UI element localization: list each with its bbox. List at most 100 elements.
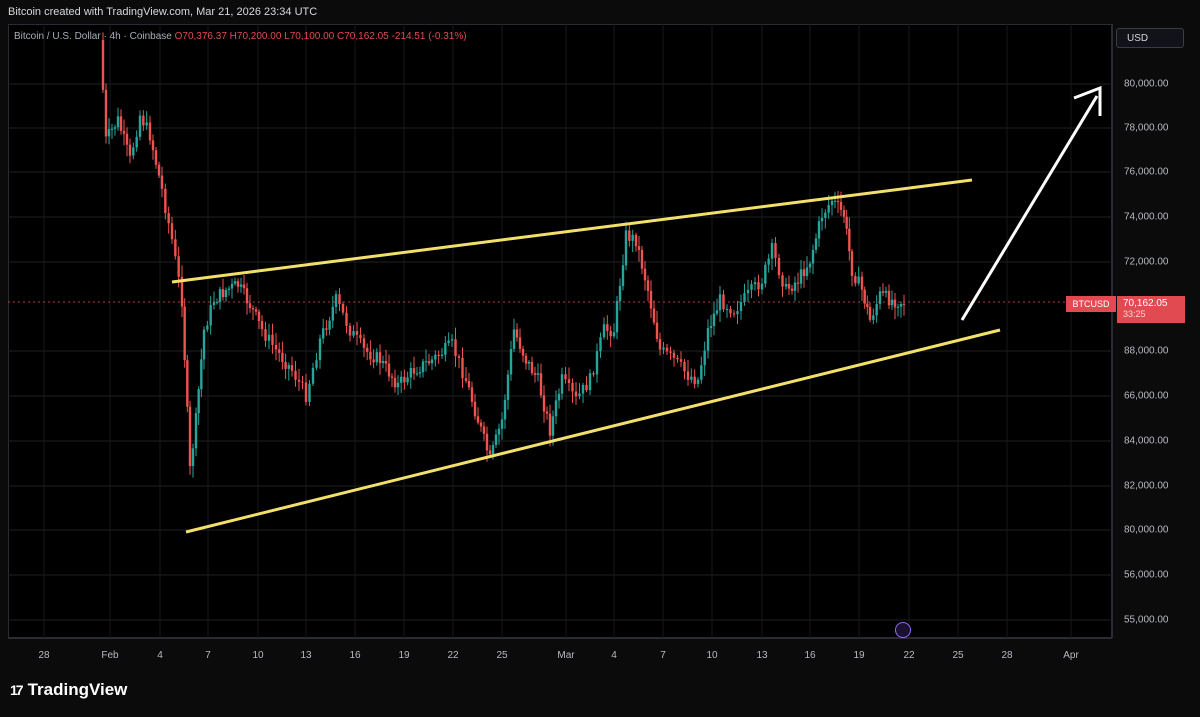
candle-up [857, 266, 860, 286]
candle-up [631, 229, 634, 253]
candle-body [378, 352, 382, 364]
candle-body [506, 374, 510, 400]
candle-down [128, 138, 132, 164]
candle-body [457, 356, 461, 358]
candle-down [284, 353, 287, 380]
candle-down [248, 294, 252, 313]
candle-body [665, 347, 669, 352]
candle-up [615, 295, 619, 340]
time-axis-label: 10 [706, 650, 718, 661]
candle-down [848, 217, 851, 261]
candle-down [655, 310, 659, 343]
candle-body [774, 243, 777, 258]
candle-body [696, 379, 700, 385]
candle-body [585, 384, 588, 391]
candle-down [545, 406, 549, 420]
candle-body [227, 288, 231, 290]
candle-body [833, 200, 837, 202]
candle-body [872, 315, 875, 320]
candle-down [183, 298, 186, 368]
time-axis-label: 4 [157, 650, 163, 661]
candle-up [409, 362, 412, 389]
candle-up [230, 278, 234, 299]
candle-body [107, 129, 111, 137]
candle-body [631, 234, 634, 241]
candle-up [194, 407, 198, 457]
candle-down [672, 349, 676, 367]
candle-body [830, 200, 834, 206]
candle-down [125, 127, 129, 157]
candle-body [488, 450, 492, 455]
candle-up [512, 318, 516, 353]
candle-body [494, 434, 498, 446]
candle-body [257, 311, 261, 322]
candle-body [390, 376, 394, 378]
time-axis-label: 25 [952, 650, 964, 661]
candle-body [512, 329, 516, 350]
candle-body [588, 373, 592, 391]
symbol-ohlc-legend[interactable]: Bitcoin / U.S. Dollar · 4h · Coinbase O7… [14, 31, 467, 42]
candle-down [658, 332, 662, 356]
candle-down [790, 284, 794, 295]
currency-selector[interactable]: USD [1116, 28, 1184, 48]
candle-body [777, 257, 781, 276]
drawing-magnet-icon[interactable] [895, 622, 911, 638]
candle-body [248, 303, 252, 309]
candle-body [746, 289, 750, 294]
candle-body [278, 349, 281, 353]
candle-body [750, 284, 753, 290]
candle-body [224, 289, 228, 298]
candle-up [581, 382, 585, 404]
candle-body [369, 351, 372, 360]
candle-body [706, 327, 710, 351]
price-axis-label: 88,000.00 [1124, 345, 1169, 357]
candle-body [860, 276, 864, 290]
candle-up [430, 355, 434, 371]
candle-body [533, 373, 537, 375]
candle-down [515, 323, 519, 342]
candle-up [233, 277, 237, 286]
candle-body [643, 268, 647, 281]
candle-body [318, 338, 322, 361]
candle-body [366, 347, 369, 352]
candle-up [315, 353, 318, 371]
candle-up [318, 334, 322, 369]
candle-up [588, 369, 592, 396]
price-axis-label: 66,000.00 [1124, 390, 1169, 402]
candle-body [669, 351, 672, 353]
candle-body [690, 376, 693, 380]
candle-up [352, 325, 355, 338]
candle-body [281, 352, 284, 363]
candle-body [188, 406, 192, 467]
candle-down [686, 359, 690, 386]
candle-down [628, 225, 631, 247]
candle-up [764, 261, 767, 288]
tradingview-logo[interactable]: 17 TradingView [10, 680, 127, 700]
candle-body [260, 321, 264, 330]
candle-up [415, 367, 419, 377]
candle-body [757, 282, 760, 290]
candle-body [284, 362, 287, 369]
candle-down [260, 315, 264, 337]
candle-up [418, 366, 422, 378]
candle-up [497, 423, 501, 445]
candle-down [729, 306, 732, 318]
candle-down [649, 280, 653, 318]
candle-up [135, 130, 138, 152]
candle-body [384, 361, 388, 364]
candle-up [116, 107, 120, 131]
candle-body [497, 428, 501, 435]
candle-body [899, 303, 903, 307]
last-price-value: 70,162.05 [1123, 298, 1168, 309]
candle-down [676, 355, 679, 363]
candle-body [606, 324, 609, 331]
candle-down [542, 385, 546, 423]
candle-up [700, 356, 703, 384]
candle-body [618, 286, 622, 302]
candle-body [348, 325, 352, 336]
candle-body [424, 361, 428, 363]
candle-up [884, 286, 888, 298]
candle-body [787, 283, 791, 289]
candle-body [732, 313, 736, 315]
candle-down [186, 354, 189, 413]
